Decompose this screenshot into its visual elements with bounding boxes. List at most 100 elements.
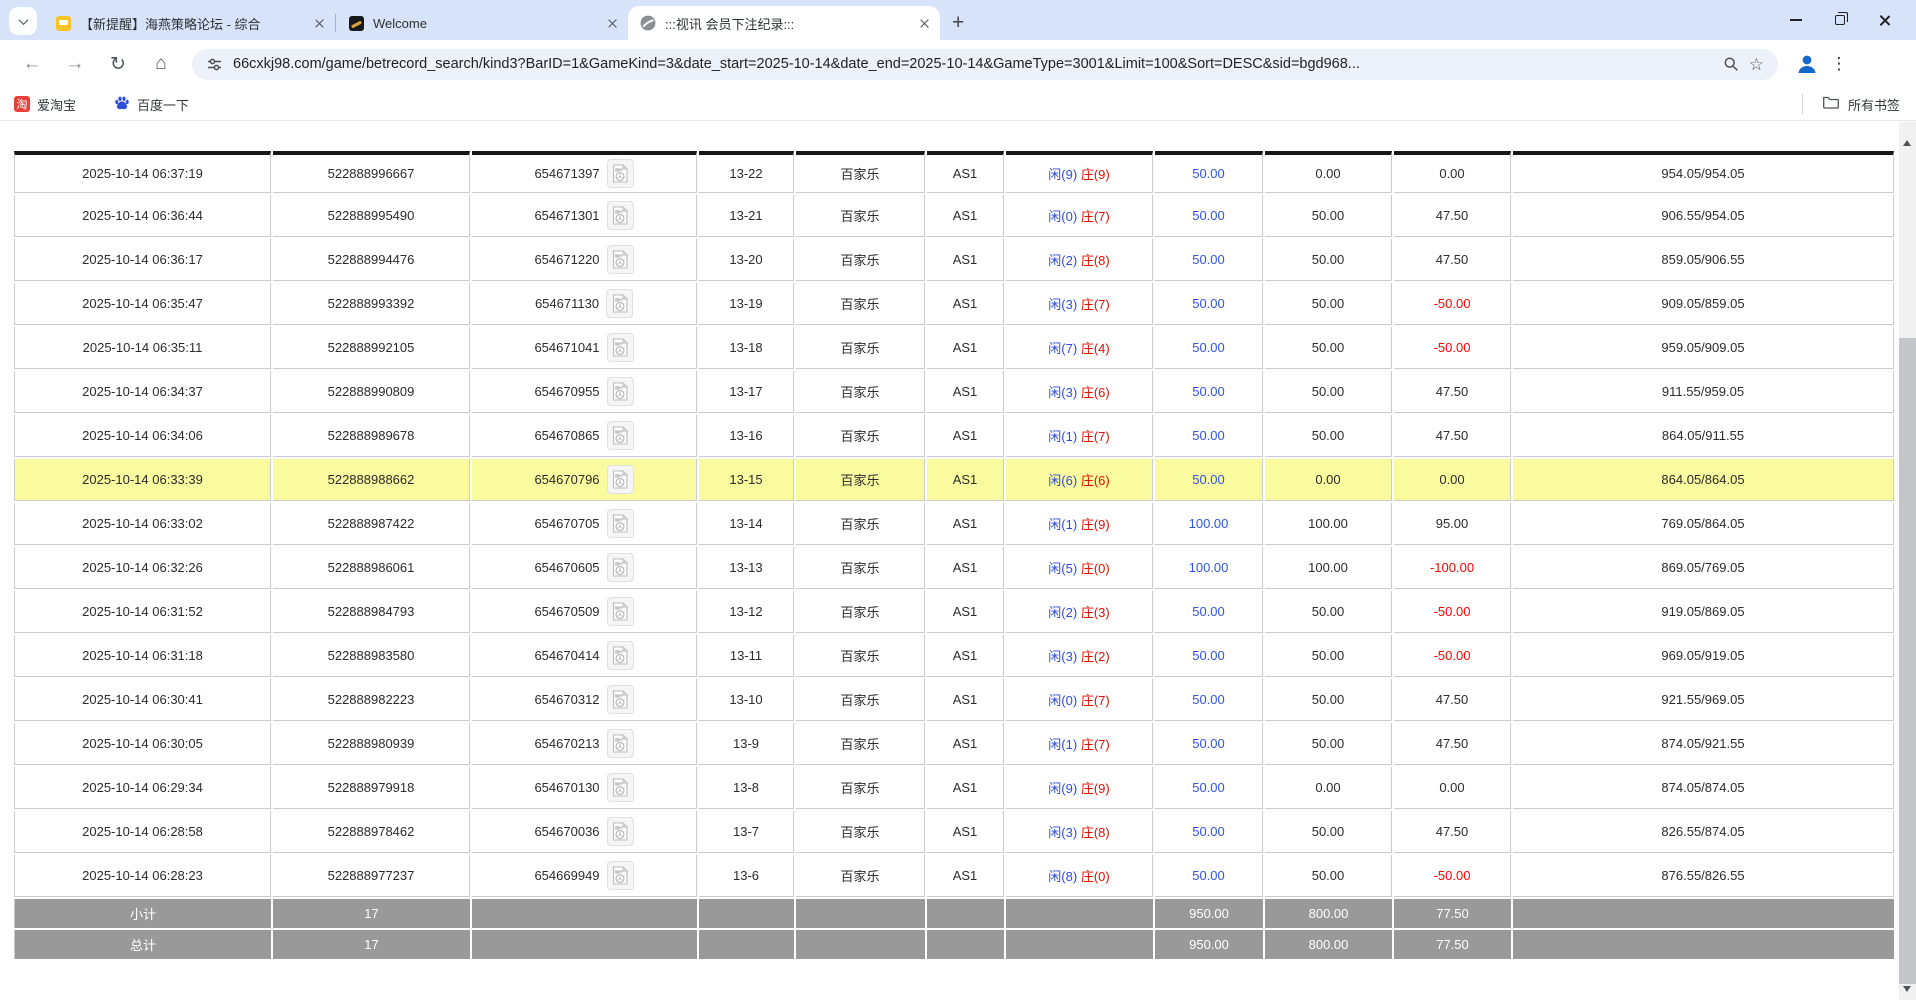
minimize-button[interactable] [1774,0,1818,40]
cell-shoe-round: 13-18 [699,327,794,369]
cell-bet-amount-link[interactable]: 50.00 [1155,239,1263,281]
bookmark-baidu[interactable]: 百度一下 [114,95,189,114]
video-replay-button[interactable] [607,817,634,846]
tab-close-icon[interactable] [314,18,325,29]
cell-bet-amount-link[interactable]: 50.00 [1155,415,1263,457]
video-replay-button[interactable] [607,201,634,230]
profile-avatar[interactable] [1792,49,1822,79]
vertical-scrollbar[interactable] [1899,122,1916,1000]
cell-bet-amount-link[interactable]: 50.00 [1155,327,1263,369]
summary-count: 17 [273,899,470,928]
cell-table-name: AS1 [927,679,1004,721]
forward-button[interactable]: → [57,46,93,82]
summary-empty-cell [927,930,1004,959]
minimize-icon [1790,19,1802,21]
video-replay-button[interactable] [607,465,634,494]
round-number-text: 654670036 [534,824,599,839]
new-tab-button[interactable]: + [952,12,964,33]
cell-bet-id: 522888984793 [273,591,470,633]
video-replay-button[interactable] [607,641,634,670]
video-replay-button[interactable] [607,729,634,758]
cell-bet-amount-link[interactable]: 50.00 [1155,855,1263,897]
video-replay-button[interactable] [607,861,634,890]
video-replay-button[interactable] [607,421,634,450]
close-window-button[interactable] [1862,0,1906,40]
bookmark-star-icon[interactable]: ☆ [1749,56,1764,73]
cell-round-number: 654670605 [472,547,697,589]
cell-round-number: 654670036 [472,811,697,853]
cell-bet-time: 2025-10-14 06:36:44 [14,195,271,237]
result-player-score: 闲(3) [1048,385,1077,400]
cell-bet-amount-link[interactable]: 50.00 [1155,679,1263,721]
all-bookmarks-button[interactable]: 所有书签 [1802,94,1900,114]
cell-bet-amount-link[interactable]: 50.00 [1155,767,1263,809]
tab-close-icon[interactable] [607,18,618,29]
cell-round-number: 654670796 [472,459,697,501]
cell-shoe-round: 13-12 [699,591,794,633]
cell-round-number: 654670130 [472,767,697,809]
video-replay-button[interactable] [606,289,633,318]
cell-bet-amount-link[interactable]: 50.00 [1155,635,1263,677]
cell-bet-amount-link[interactable]: 50.00 [1155,283,1263,325]
cell-bet-time: 2025-10-14 06:34:06 [14,415,271,457]
video-replay-button[interactable] [607,245,634,274]
round-number-text: 654670130 [534,780,599,795]
cell-table-name: AS1 [927,723,1004,765]
cell-bet-amount-link[interactable]: 50.00 [1155,459,1263,501]
bet-table-row: 2025-10-14 06:28:58522888978462654670036… [14,811,1894,853]
tab-search-button[interactable] [9,7,37,35]
url-text[interactable]: 66cxkj98.com/game/betrecord_search/kind3… [233,56,1713,72]
tab-welcome[interactable]: Welcome [336,6,628,40]
cell-valid-amount: 50.00 [1265,327,1392,369]
cell-table-name: AS1 [927,415,1004,457]
video-file-icon [612,734,628,753]
video-replay-button[interactable] [607,597,634,626]
cell-bet-amount-link[interactable]: 100.00 [1155,503,1263,545]
cell-bet-amount-link[interactable]: 50.00 [1155,195,1263,237]
reload-button[interactable]: ↻ [100,46,136,82]
video-replay-button[interactable] [607,159,634,188]
address-bar[interactable]: 66cxkj98.com/game/betrecord_search/kind3… [192,49,1778,80]
cell-shoe-round: 13-20 [699,239,794,281]
scroll-down-arrow-icon[interactable] [1903,986,1911,992]
site-settings-icon[interactable] [206,56,223,73]
video-file-icon [612,646,628,665]
zoom-icon[interactable] [1723,56,1739,72]
video-replay-button[interactable] [607,685,634,714]
cell-bet-time: 2025-10-14 06:36:17 [14,239,271,281]
cell-bet-amount-link[interactable]: 50.00 [1155,371,1263,413]
cell-bet-id: 522888978462 [273,811,470,853]
cell-bet-amount-link[interactable]: 50.00 [1155,811,1263,853]
bookmark-taobao[interactable]: 淘 爱淘宝 [14,95,76,114]
cell-valid-amount: 50.00 [1265,855,1392,897]
tab-close-icon[interactable] [919,18,930,29]
cell-bet-amount-link[interactable]: 100.00 [1155,547,1263,589]
browser-menu-button[interactable]: ⋮ [1826,49,1852,79]
scrollbar-thumb[interactable] [1899,338,1916,984]
result-player-score: 闲(1) [1048,517,1077,532]
cell-valid-amount: 100.00 [1265,503,1392,545]
close-icon [1878,14,1891,27]
cell-table-name: AS1 [927,327,1004,369]
scroll-up-arrow-icon[interactable] [1903,140,1911,146]
cell-game-result: 闲(2) 庄(3) [1006,591,1153,633]
cell-bet-amount-link[interactable]: 50.00 [1155,151,1263,193]
round-number-text: 654670796 [534,472,599,487]
video-replay-button[interactable] [607,377,634,406]
video-replay-button[interactable] [607,773,634,802]
cell-bet-amount-link[interactable]: 50.00 [1155,591,1263,633]
video-replay-button[interactable] [607,509,634,538]
tab-forum[interactable]: 【新提醒】海燕策略论坛 - 综合 [43,6,335,40]
summary-row: 总计17950.00800.0077.50 [14,930,1894,959]
video-replay-button[interactable] [607,333,634,362]
video-replay-button[interactable] [607,553,634,582]
cell-bet-amount-link[interactable]: 50.00 [1155,723,1263,765]
round-number-text: 654671130 [535,296,599,311]
back-button[interactable]: ← [14,46,50,82]
cell-bet-id: 522888995490 [273,195,470,237]
cell-win-loss: 47.50 [1394,195,1511,237]
result-banker-score: 庄(0) [1081,869,1110,884]
home-button[interactable]: ⌂ [143,46,179,82]
tab-bet-records-active[interactable]: :::视讯 会员下注纪录::: [628,6,940,40]
restore-button[interactable] [1818,0,1862,40]
